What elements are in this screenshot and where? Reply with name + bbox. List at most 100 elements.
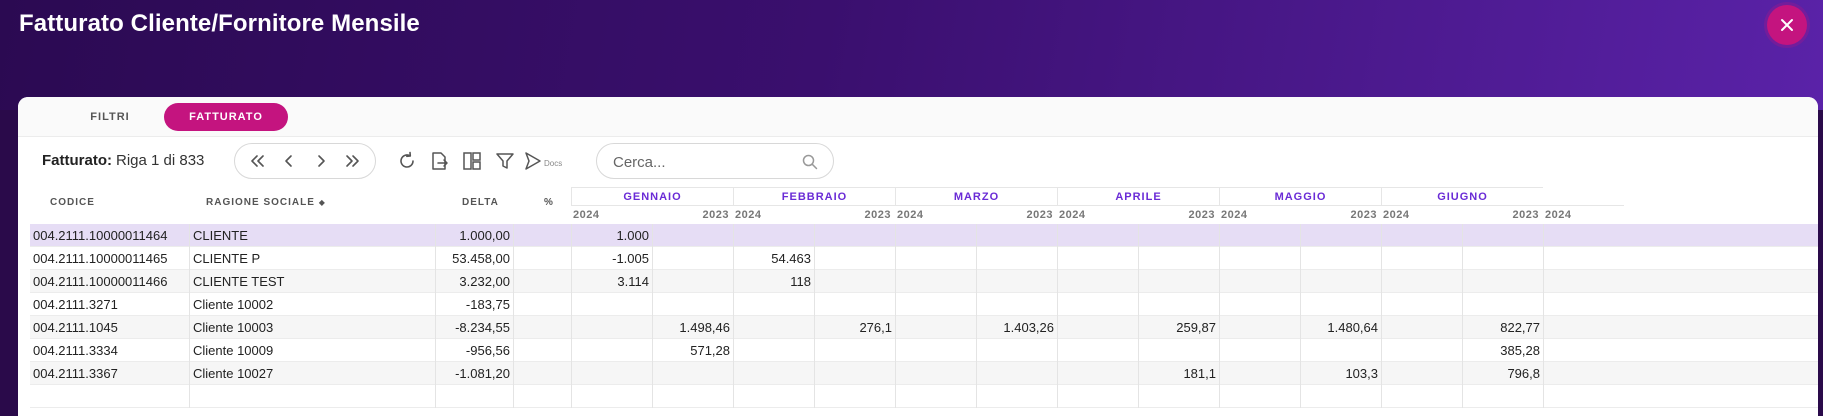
cell-month-value xyxy=(814,385,895,408)
year-header[interactable]: 2024 xyxy=(571,205,652,223)
table-row[interactable]: 004.2111.10000011464 CLIENTE 1.000,00 1.000 xyxy=(30,224,1818,247)
cell-month-value xyxy=(976,224,1057,247)
cell-month-value xyxy=(976,247,1057,270)
tab-fatturato[interactable]: FATTURATO xyxy=(164,103,288,131)
cell-ragione-sociale: CLIENTE xyxy=(189,224,435,247)
refresh-button[interactable] xyxy=(394,148,420,174)
cell-codice: 004.2111.3334 xyxy=(33,343,118,358)
prev-page-button[interactable] xyxy=(277,149,301,173)
cell-month-value xyxy=(976,270,1057,293)
search-box xyxy=(596,143,834,179)
cell-month-value xyxy=(1057,247,1138,270)
export-button[interactable] xyxy=(426,148,452,174)
cell-ragione-sociale: Cliente 10003 xyxy=(189,316,435,339)
cell-month-value xyxy=(1381,316,1462,339)
year-header[interactable]: 2024 xyxy=(1219,205,1300,223)
cell-month-value xyxy=(1219,270,1300,293)
cell-month-value xyxy=(1381,247,1462,270)
cell-month-value xyxy=(895,362,976,385)
close-button[interactable] xyxy=(1767,5,1807,45)
cell-percent xyxy=(513,385,571,408)
docs-button[interactable]: Docs xyxy=(523,148,567,174)
year-header[interactable]: 2024 xyxy=(895,205,976,223)
cell-month-value xyxy=(1138,339,1219,362)
cell-month-value: 118 xyxy=(733,270,814,293)
next-page-button[interactable] xyxy=(309,149,333,173)
year-header[interactable]: 2023 xyxy=(1300,205,1381,223)
tab-filtri[interactable]: FILTRI xyxy=(58,103,162,131)
cell-month-value xyxy=(1381,293,1462,316)
cell-month-value xyxy=(1543,316,1624,339)
cell-month-value xyxy=(1138,270,1219,293)
table-row[interactable]: 004.2111.1045 Cliente 10003 -8.234,55 1.498… xyxy=(30,316,1818,339)
year-header[interactable]: 2023 xyxy=(976,205,1057,223)
year-header[interactable]: 2023 xyxy=(814,205,895,223)
cell-month-value: 1.403,26 xyxy=(976,316,1057,339)
data-grid: CODICE RAGIONE SOCIALE ◆ DELTA % GENNAIO… xyxy=(30,187,1818,416)
cell-month-value xyxy=(1543,385,1624,408)
table-row[interactable]: 004.2111.3271 Cliente 10002 -183,75 xyxy=(30,293,1818,316)
toolbar: Fatturato: Riga 1 di 833 Docs Cerca... xyxy=(18,137,1818,184)
year-header[interactable]: 2024 xyxy=(1057,205,1138,223)
cell-month-value xyxy=(652,224,733,247)
cell-month-value xyxy=(652,385,733,408)
month-header: MARZO xyxy=(895,187,1057,205)
toolbar-label: Fatturato: xyxy=(42,152,112,169)
cell-month-value xyxy=(733,316,814,339)
filter-icon xyxy=(496,153,514,169)
table-row[interactable] xyxy=(30,385,1818,408)
year-header[interactable]: 2024 xyxy=(1543,205,1624,223)
main-panel: FILTRI FATTURATO Fatturato: Riga 1 di 83… xyxy=(18,97,1818,416)
cell-ragione-sociale: CLIENTE P xyxy=(189,247,435,270)
year-header[interactable]: 2024 xyxy=(1381,205,1462,223)
year-header[interactable]: 2023 xyxy=(1462,205,1543,223)
cell-ragione-sociale: CLIENTE TEST xyxy=(189,270,435,293)
cell-month-value xyxy=(1462,270,1543,293)
cell-month-value xyxy=(1219,293,1300,316)
month-header: GIUGNO xyxy=(1381,187,1543,205)
cell-month-value xyxy=(1300,247,1381,270)
cell-ragione-sociale: Cliente 10002 xyxy=(189,293,435,316)
cell-month-value xyxy=(814,339,895,362)
window-header: Fatturato Cliente/Fornitore Mensile xyxy=(0,0,1823,110)
columns-layout-button[interactable] xyxy=(459,148,485,174)
docs-label: Docs xyxy=(544,158,563,168)
filter-button[interactable] xyxy=(492,148,518,174)
cell-month-value xyxy=(1543,339,1624,362)
cell-month-value xyxy=(1543,270,1624,293)
cell-ragione-sociale: Cliente 10009 xyxy=(189,339,435,362)
year-header-row: 2024 2023 2024 2023 2024 2023 2024 2023 2024 2023… xyxy=(30,205,1818,223)
search-icon[interactable] xyxy=(801,153,819,171)
cell-month-value xyxy=(571,293,652,316)
cell-month-value xyxy=(1057,339,1138,362)
cell-ragione-sociale: Cliente 10027 xyxy=(189,362,435,385)
first-page-button[interactable] xyxy=(245,149,269,173)
cell-month-value xyxy=(1219,362,1300,385)
search-input[interactable] xyxy=(613,152,793,172)
last-page-button[interactable] xyxy=(341,149,365,173)
table-row[interactable]: 004.2111.10000011466 CLIENTE TEST 3.232,00… xyxy=(30,270,1818,293)
year-header[interactable]: 2023 xyxy=(652,205,733,223)
cell-month-value xyxy=(1462,224,1543,247)
cell-month-value: 3.114 xyxy=(571,270,652,293)
year-header[interactable]: 2024 xyxy=(733,205,814,223)
cell-month-value xyxy=(1462,247,1543,270)
cell-month-value xyxy=(976,385,1057,408)
cell-month-value xyxy=(1138,247,1219,270)
table-row[interactable]: 004.2111.3367 Cliente 10027 -1.081,20 181,1… xyxy=(30,362,1818,385)
cell-delta: -1.081,20 xyxy=(435,362,513,385)
year-header[interactable]: 2023 xyxy=(1138,205,1219,223)
prev-page-icon xyxy=(285,155,292,167)
cell-codice: 004.2111.10000011465 xyxy=(33,251,168,266)
cell-percent xyxy=(513,270,571,293)
export-icon xyxy=(432,152,448,170)
cell-month-value xyxy=(1057,270,1138,293)
cell-month-value: 1.498,46 xyxy=(652,316,733,339)
cell-month-value: 1.000 xyxy=(571,224,652,247)
table-row[interactable]: 004.2111.3334 Cliente 10009 -956,56 571,28 3… xyxy=(30,339,1818,362)
cell-month-value xyxy=(1381,224,1462,247)
cell-month-value xyxy=(1300,339,1381,362)
table-row[interactable]: 004.2111.10000011465 CLIENTE P 53.458,00 -1… xyxy=(30,247,1818,270)
cell-month-value xyxy=(571,339,652,362)
month-header: MAGGIO xyxy=(1219,187,1381,205)
